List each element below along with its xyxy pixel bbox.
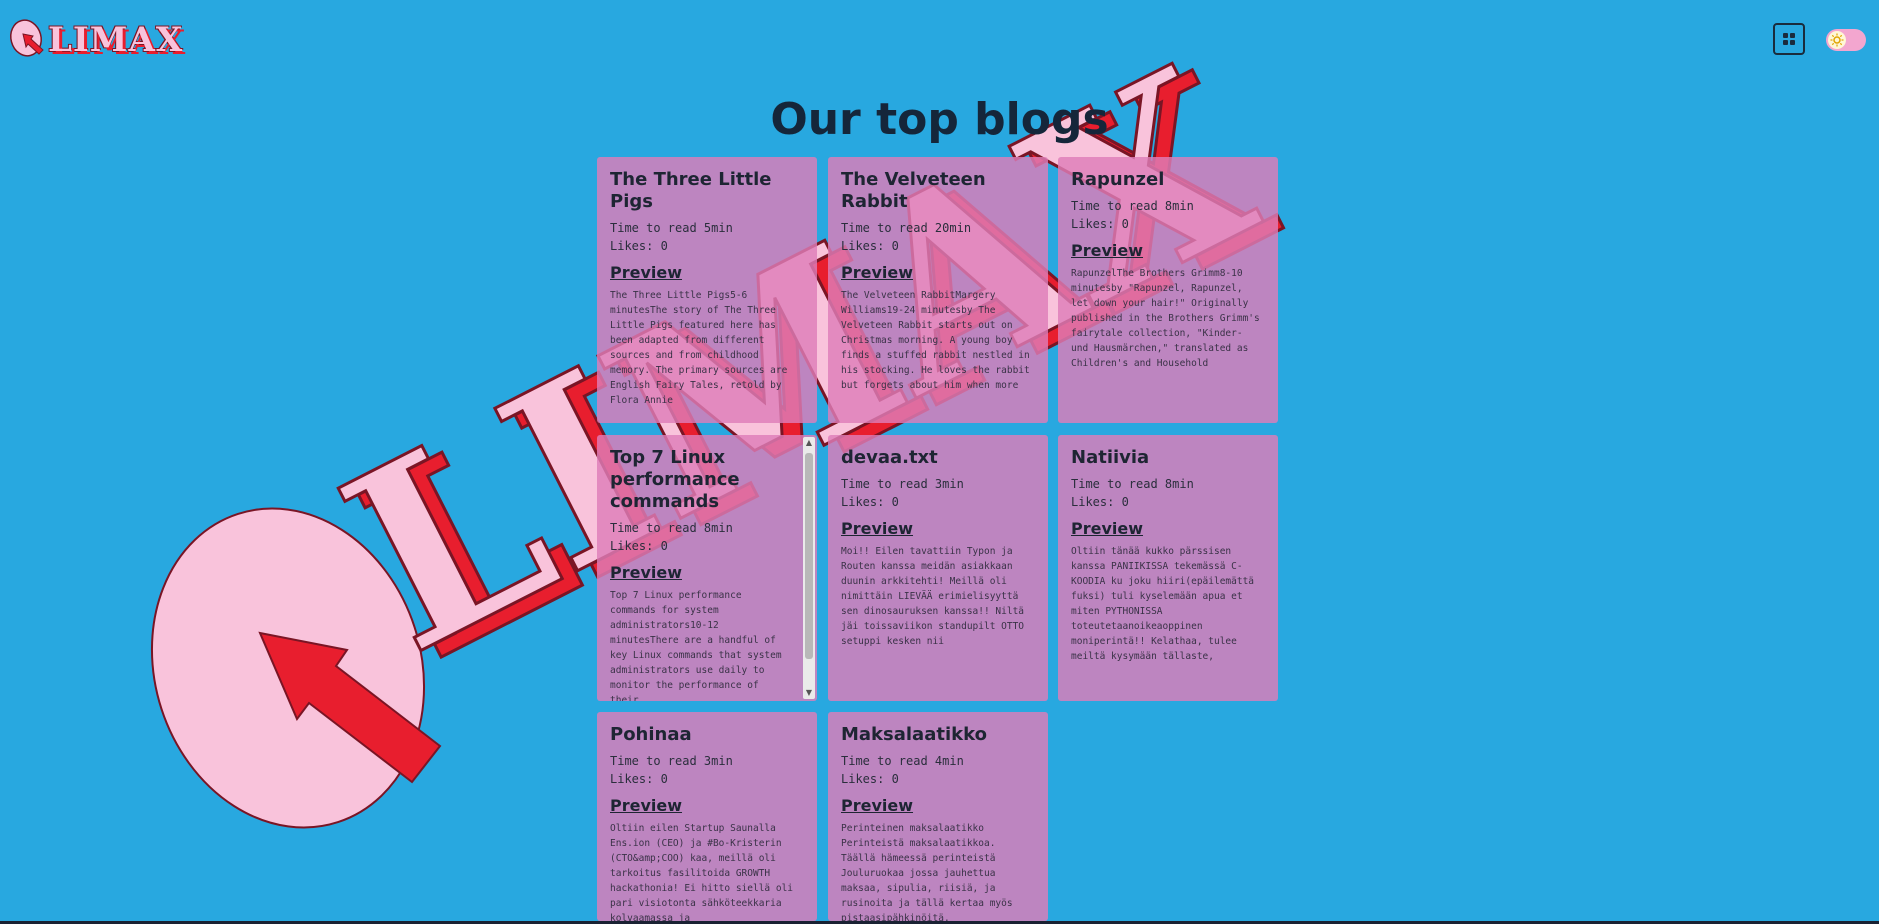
- read-time: Time to read 8min: [1071, 477, 1194, 491]
- blog-card: Rapunzel Time to read 8min Likes: 0 Prev…: [1058, 157, 1278, 423]
- likes-count: Likes: 0: [841, 772, 899, 786]
- scroll-down-icon[interactable]: ▼: [803, 687, 815, 699]
- blog-card: Natiivia Time to read 8min Likes: 0 Prev…: [1058, 435, 1278, 701]
- likes-count: Likes: 0: [610, 239, 668, 253]
- preview-link[interactable]: Preview: [1071, 519, 1265, 538]
- page-title: Our top blogs: [770, 94, 1109, 145]
- read-time: Time to read 8min: [1071, 199, 1194, 213]
- preview-link[interactable]: Preview: [841, 519, 1035, 538]
- read-time: Time to read 4min: [841, 754, 964, 768]
- blog-card: devaa.txt Time to read 3min Likes: 0 Pre…: [828, 435, 1048, 701]
- blog-excerpt: Moi!! Eilen tavattiin Typon ja Routen ka…: [841, 546, 1025, 647]
- blog-excerpt: The Three Little Pigs5-6 minutesThe stor…: [610, 290, 788, 406]
- blog-title: The Velveteen Rabbit: [841, 169, 986, 212]
- blog-card: Pohinaa Time to read 3min Likes: 0 Previ…: [597, 712, 817, 921]
- likes-count: Likes: 0: [841, 239, 899, 253]
- blog-title: The Three Little Pigs: [610, 169, 772, 212]
- theme-toggle-knob: [1828, 31, 1846, 49]
- preview-link[interactable]: Preview: [841, 796, 1035, 815]
- blog-title: Maksalaatikko: [841, 724, 987, 745]
- card-scrollbar[interactable]: ▲ ▼: [803, 437, 815, 699]
- blog-title: Rapunzel: [1071, 169, 1165, 190]
- blog-excerpt: RapunzelThe Brothers Grimm8-10 minutesby…: [1071, 268, 1260, 369]
- likes-count: Likes: 0: [1071, 495, 1129, 509]
- likes-count: Likes: 0: [610, 539, 668, 553]
- grid-icon: [1783, 33, 1795, 45]
- blog-excerpt: The Velveteen RabbitMargery Williams19-2…: [841, 290, 1030, 391]
- blog-title: Pohinaa: [610, 724, 692, 745]
- read-time: Time to read 20min: [841, 221, 972, 235]
- grid-menu-button[interactable]: [1773, 23, 1805, 55]
- logo-wordmark: LIMAX: [48, 20, 184, 60]
- blog-card: The Three Little Pigs Time to read 5min …: [597, 157, 817, 423]
- read-time: Time to read 3min: [610, 754, 733, 768]
- blog-card: The Velveteen Rabbit Time to read 20min …: [828, 157, 1048, 423]
- blog-excerpt: Oltiin eilen Startup Saunalla Ens.ion (C…: [610, 823, 794, 921]
- blog-title: Natiivia: [1071, 447, 1150, 468]
- preview-link[interactable]: Preview: [1071, 241, 1265, 260]
- site-logo[interactable]: LIMAX: [6, 12, 216, 64]
- blog-excerpt: Oltiin tänää kukko pärssisen kanssa PANI…: [1071, 546, 1255, 662]
- sun-icon: [1830, 33, 1844, 47]
- read-time: Time to read 8min: [610, 521, 733, 535]
- scroll-up-icon[interactable]: ▲: [803, 437, 815, 449]
- blog-title: Top 7 Linux performance commands: [610, 447, 740, 512]
- likes-count: Likes: 0: [1071, 217, 1129, 231]
- preview-link[interactable]: Preview: [610, 263, 804, 282]
- preview-link[interactable]: Preview: [841, 263, 1035, 282]
- logo-q-icon: [10, 19, 44, 57]
- read-time: Time to read 3min: [841, 477, 964, 491]
- preview-link[interactable]: Preview: [610, 796, 804, 815]
- blog-excerpt: Top 7 Linux performance commands for sys…: [610, 590, 782, 701]
- theme-toggle[interactable]: [1826, 29, 1866, 51]
- blog-card: Top 7 Linux performance commands Time to…: [597, 435, 817, 701]
- read-time: Time to read 5min: [610, 221, 733, 235]
- blog-card: Maksalaatikko Time to read 4min Likes: 0…: [828, 712, 1048, 921]
- preview-link[interactable]: Preview: [610, 563, 789, 582]
- scrollbar-thumb[interactable]: [805, 453, 813, 659]
- likes-count: Likes: 0: [841, 495, 899, 509]
- blog-excerpt: Perinteinen maksalaatikko Perinteistä ma…: [841, 823, 1013, 921]
- blog-title: devaa.txt: [841, 447, 938, 468]
- likes-count: Likes: 0: [610, 772, 668, 786]
